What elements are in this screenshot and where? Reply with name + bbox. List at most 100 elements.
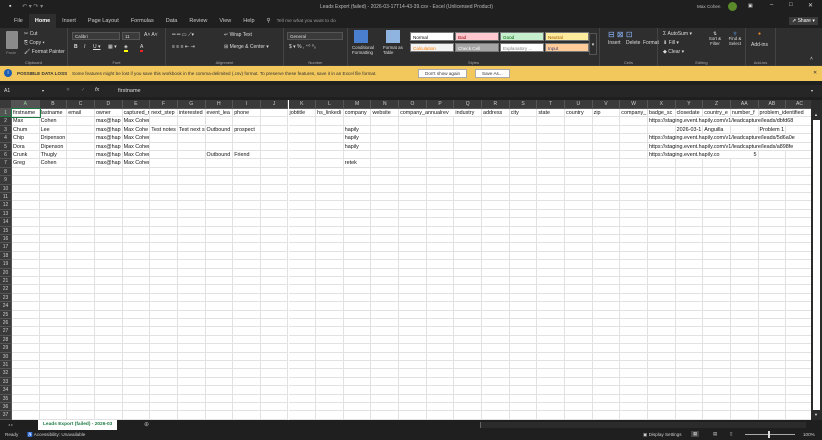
cell[interactable]	[730, 193, 759, 202]
cell[interactable]	[94, 193, 123, 202]
row-header[interactable]: 33	[0, 377, 12, 387]
cell[interactable]	[703, 293, 731, 303]
cell[interactable]	[482, 361, 510, 370]
cell[interactable]: Greg	[12, 159, 40, 168]
cell[interactable]	[288, 293, 317, 303]
cell[interactable]	[122, 201, 151, 210]
cell[interactable]	[260, 193, 289, 202]
cell[interactable]	[288, 285, 317, 294]
cell[interactable]	[454, 226, 483, 235]
cell[interactable]: Anguilla	[703, 125, 731, 135]
cell[interactable]	[786, 243, 811, 252]
cell[interactable]	[565, 134, 593, 143]
cell[interactable]	[122, 251, 151, 261]
minimize-icon[interactable]: –	[770, 2, 773, 8]
cell[interactable]	[67, 369, 95, 378]
cell[interactable]	[316, 302, 344, 311]
cell[interactable]	[482, 268, 510, 277]
cell[interactable]	[150, 302, 178, 311]
cell[interactable]	[12, 352, 40, 361]
cell[interactable]	[177, 293, 206, 303]
cell[interactable]	[39, 386, 68, 395]
cell[interactable]	[205, 411, 234, 420]
cell[interactable]	[12, 243, 40, 252]
cell[interactable]	[343, 201, 372, 210]
cell[interactable]	[150, 184, 178, 193]
cell[interactable]	[758, 235, 787, 244]
display-settings-button[interactable]: ▣ Display Settings	[643, 432, 682, 438]
cell[interactable]	[260, 403, 289, 412]
cell[interactable]	[482, 251, 510, 261]
cell[interactable]	[703, 251, 731, 261]
cell[interactable]	[122, 302, 151, 311]
cell[interactable]	[343, 151, 372, 160]
cell[interactable]	[94, 377, 123, 387]
cell[interactable]	[703, 386, 731, 395]
cell[interactable]	[509, 167, 538, 177]
cell[interactable]	[482, 226, 510, 235]
cell[interactable]	[371, 293, 400, 303]
cell[interactable]	[233, 142, 261, 151]
column-header-P[interactable]: P	[426, 100, 455, 109]
cell[interactable]	[12, 193, 40, 202]
cell[interactable]	[675, 226, 704, 235]
cell[interactable]	[509, 117, 538, 126]
cell[interactable]	[260, 327, 289, 336]
cell-style-neutral[interactable]: Neutral	[545, 32, 589, 41]
cell[interactable]	[399, 235, 427, 244]
cell[interactable]	[399, 142, 427, 151]
cell[interactable]	[122, 369, 151, 378]
column-header-R[interactable]: R	[482, 100, 510, 109]
cell[interactable]	[786, 336, 811, 345]
cell[interactable]	[758, 352, 787, 361]
cell[interactable]	[233, 403, 261, 412]
cell[interactable]	[620, 176, 648, 185]
cell[interactable]	[758, 369, 787, 378]
cell[interactable]	[758, 361, 787, 370]
header-cell[interactable]: industry	[454, 109, 483, 118]
cell[interactable]	[758, 319, 787, 328]
cell[interactable]	[177, 151, 206, 160]
cell[interactable]	[343, 184, 372, 193]
row-header[interactable]: 5	[0, 142, 12, 151]
cell[interactable]	[509, 251, 538, 261]
cell[interactable]	[426, 218, 455, 227]
cell[interactable]	[426, 151, 455, 160]
cell[interactable]	[537, 226, 565, 235]
cell[interactable]	[537, 151, 565, 160]
cell[interactable]	[399, 403, 427, 412]
format-as-table-button[interactable]: Format as Table	[383, 45, 407, 55]
cell[interactable]	[371, 335, 400, 345]
row-header[interactable]: 28	[0, 335, 12, 345]
cell[interactable]: max@hap	[94, 151, 123, 160]
cell[interactable]: Max Cohen	[122, 159, 151, 168]
cell[interactable]	[426, 394, 455, 403]
cell[interactable]	[454, 117, 483, 126]
zoom-level[interactable]: 100%	[803, 432, 815, 437]
cell[interactable]	[39, 344, 68, 353]
cell[interactable]	[537, 277, 565, 286]
cell[interactable]	[12, 310, 40, 319]
cell[interactable]	[730, 235, 759, 244]
cell[interactable]	[233, 201, 261, 210]
cell[interactable]	[260, 243, 289, 252]
cell[interactable]	[316, 319, 344, 328]
vertical-scrollbar[interactable]: ▲ ▼	[811, 100, 822, 420]
cell[interactable]: Lee	[39, 125, 68, 135]
select-all-corner[interactable]	[0, 100, 12, 109]
cell[interactable]	[565, 361, 593, 370]
cell[interactable]	[260, 117, 289, 126]
cell[interactable]	[454, 302, 483, 311]
row-header[interactable]: 36	[0, 403, 12, 412]
insert-function-button[interactable]: fx	[95, 87, 99, 93]
cell[interactable]	[509, 386, 538, 395]
cell[interactable]	[177, 335, 206, 345]
cell[interactable]	[592, 167, 621, 177]
cell[interactable]	[620, 285, 648, 294]
cell[interactable]	[647, 235, 676, 244]
cell[interactable]	[426, 277, 455, 286]
cell[interactable]: https://staging.event.hapily.co	[647, 151, 731, 160]
cell[interactable]	[565, 310, 593, 319]
cell[interactable]	[343, 209, 372, 219]
cell[interactable]	[316, 167, 344, 177]
